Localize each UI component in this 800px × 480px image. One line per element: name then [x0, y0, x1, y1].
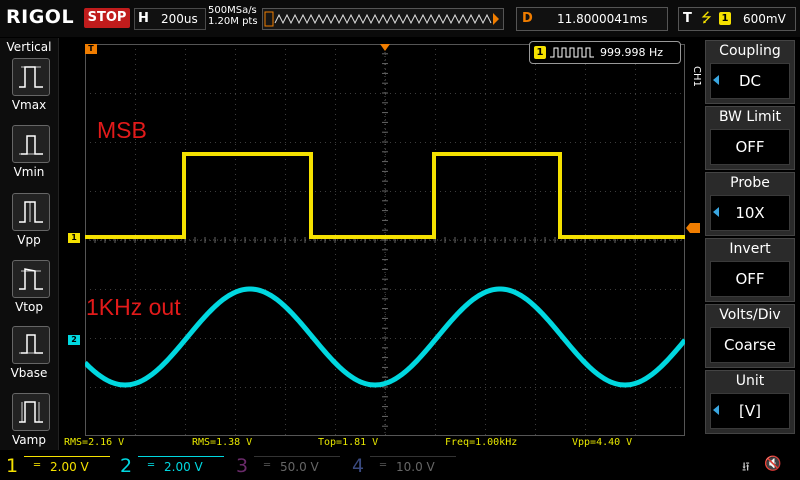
- trigger-level: 600mV: [743, 12, 786, 26]
- run-stop-status[interactable]: STOP: [84, 8, 130, 28]
- graticule: [83, 43, 687, 437]
- ch2-status[interactable]: 2 ═ 2.00 V: [114, 452, 226, 480]
- memory-depth: 1.20M pts: [208, 16, 258, 27]
- measurement-rms-ch2: RMS=1.38 V: [192, 437, 253, 448]
- probe-arrow-icon: [713, 207, 719, 217]
- vtop-icon: [19, 268, 43, 290]
- vmax-label: Vmax: [11, 98, 47, 112]
- trigger-channel-badge: 1: [719, 12, 731, 25]
- measurement-freq: Freq=1.00kHz: [445, 437, 518, 448]
- coupling-value: DC: [710, 63, 790, 99]
- delay-value: 11.8000041ms: [557, 12, 648, 26]
- invert-menu[interactable]: Invert OFF: [705, 238, 795, 302]
- trigger-position-label: T: [85, 44, 97, 54]
- unit-value: [V]: [710, 393, 790, 429]
- probe-value: 10X: [710, 195, 790, 231]
- bw-limit-title: BW Limit: [718, 109, 782, 125]
- ch4-coupling-icon: ═: [380, 460, 387, 471]
- ch2-coupling-icon: ═: [148, 460, 155, 471]
- trigger-label: T: [683, 11, 692, 26]
- coupling-arrow-icon: [713, 75, 719, 85]
- vmax-button[interactable]: [12, 58, 50, 96]
- ch2-offset-label: 2: [68, 335, 80, 345]
- msb-annotation: MSB: [97, 117, 147, 143]
- vamp-icon: [19, 401, 43, 423]
- horizontal-trigger-pointer[interactable]: [380, 37, 390, 51]
- delay-label: D: [522, 11, 533, 26]
- rigol-logo: RIGOL: [6, 6, 75, 28]
- trigger-position-marker[interactable]: T: [85, 44, 97, 54]
- probe-title: Probe: [730, 175, 770, 191]
- ch1-number: 1: [6, 455, 19, 477]
- probe-menu[interactable]: Probe 10X: [705, 172, 795, 236]
- 1khz-out-annotation: 1KHz out: [86, 294, 181, 320]
- vtop-label: Vtop: [15, 300, 43, 314]
- measurement-rms-ch1: RMS=2.16 V: [64, 437, 125, 448]
- ch2-number: 2: [120, 455, 133, 477]
- ch2-offset-marker[interactable]: 2: [68, 335, 80, 345]
- timebase-label: H: [138, 11, 149, 26]
- unit-title: Unit: [735, 373, 765, 389]
- vamp-label: Vamp: [12, 433, 46, 447]
- ch1-offset-marker[interactable]: 1: [68, 233, 80, 243]
- vpp-label: Vpp: [17, 233, 41, 247]
- rising-edge-icon: ⭍: [701, 11, 712, 26]
- volts-div-value: Coarse: [710, 327, 790, 363]
- usb-icon: ⭿: [742, 460, 750, 474]
- vbase-icon: [19, 334, 43, 354]
- unit-arrow-icon: [713, 405, 719, 415]
- ch3-scale: 50.0 V: [280, 460, 319, 474]
- invert-value: OFF: [710, 261, 790, 297]
- vmin-label: Vmin: [13, 165, 45, 179]
- ch1-status[interactable]: 1 ═ 2.00 V: [0, 452, 112, 480]
- vbase-label: Vbase: [10, 366, 48, 380]
- delay-indicator[interactable]: D 11.8000041ms: [516, 7, 668, 31]
- ch1-menu-tab[interactable]: CH1: [689, 66, 702, 87]
- freq-counter-channel: 1: [534, 46, 546, 59]
- ch3-number: 3: [236, 455, 249, 477]
- trigger-level-marker[interactable]: [686, 218, 700, 233]
- measurement-vpp: Vpp=4.40 V: [572, 437, 633, 448]
- vbase-button[interactable]: [12, 326, 50, 364]
- volts-div-title: Volts/Div: [719, 307, 781, 323]
- invert-title: Invert: [729, 241, 771, 257]
- measurement-top: Top=1.81 V: [318, 437, 379, 448]
- sample-rate: 500MSa/s: [208, 5, 257, 16]
- waveform-display[interactable]: [83, 43, 687, 437]
- square-wave-icon: [550, 47, 594, 58]
- vmax-icon: [19, 66, 43, 88]
- trigger-indicator[interactable]: T ⭍ 1 600mV: [678, 7, 796, 31]
- ch1-coupling-icon: ═: [34, 460, 41, 471]
- freq-counter-value: 999.998 Hz: [600, 46, 664, 59]
- timebase-value: 200us: [161, 12, 198, 26]
- ch2-scale: 2.00 V: [164, 460, 203, 474]
- bw-limit-menu[interactable]: BW Limit OFF: [705, 106, 795, 170]
- frequency-counter[interactable]: 1 999.998 Hz: [529, 41, 681, 64]
- speaker-muted-icon[interactable]: 🔇: [764, 456, 788, 474]
- unit-menu[interactable]: Unit [V]: [705, 370, 795, 434]
- vmin-icon: [19, 135, 43, 155]
- vmin-button[interactable]: [12, 125, 50, 163]
- sidebar-title: Vertical: [6, 40, 52, 54]
- waveform-memory-timeline[interactable]: [262, 8, 504, 30]
- timeline-graphic: [264, 11, 499, 27]
- coupling-title: Coupling: [719, 43, 781, 59]
- ch3-coupling-icon: ═: [264, 460, 271, 471]
- volts-div-menu[interactable]: Volts/Div Coarse: [705, 304, 795, 368]
- vamp-button[interactable]: [12, 393, 50, 431]
- bw-limit-value: OFF: [710, 129, 790, 165]
- ch3-status[interactable]: 3 ═ 50.0 V: [230, 452, 342, 480]
- acquisition-info: 500MSa/s 1.20M pts: [208, 5, 258, 27]
- ch4-scale: 10.0 V: [396, 460, 435, 474]
- vpp-icon: [19, 201, 43, 223]
- vtop-button[interactable]: [12, 260, 50, 298]
- ch1-offset-label: 1: [68, 233, 80, 243]
- ch4-status[interactable]: 4 ═ 10.0 V: [346, 452, 458, 480]
- ch1-scale: 2.00 V: [50, 460, 89, 474]
- vpp-button[interactable]: [12, 193, 50, 231]
- ch4-number: 4: [352, 455, 365, 477]
- coupling-menu[interactable]: Coupling DC: [705, 40, 795, 104]
- horizontal-timebase[interactable]: H 200us: [134, 8, 206, 30]
